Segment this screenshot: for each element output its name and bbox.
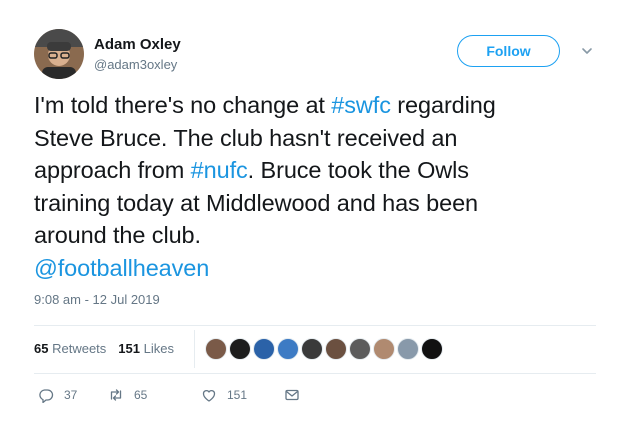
chevron-down-icon[interactable] (580, 44, 594, 58)
tweet-text-segment: Steve Bruce. The club hasn't received an (34, 124, 458, 151)
tweet-line: @footballheaven (34, 252, 604, 285)
liker-avatar-4[interactable] (277, 338, 299, 360)
likes-stat[interactable]: 151 Likes (118, 341, 174, 356)
author-display-name[interactable]: Adam Oxley (94, 36, 181, 53)
tweet-line: around the club. (34, 219, 604, 252)
tweet-line: training today at Middlewood and has bee… (34, 187, 604, 220)
tweet-line: I'm told there's no change at #swfc rega… (34, 89, 604, 122)
engagement-stats: 65 Retweets 151 Likes (34, 341, 174, 356)
tweet-text-segment: . Bruce took the Owls (247, 157, 469, 183)
liker-avatar-3[interactable] (253, 338, 275, 360)
direct-message-action[interactable] (284, 387, 310, 403)
tweet-text-segment: around the club. (34, 222, 201, 248)
tweet-text-segment: regarding (390, 92, 496, 118)
follow-button[interactable]: Follow (457, 35, 560, 67)
retweets-stat[interactable]: 65 Retweets (34, 341, 106, 356)
hashtag-link[interactable]: #swfc (331, 92, 391, 118)
liker-avatar-5[interactable] (301, 338, 323, 360)
tweet-text: I'm told there's no change at #swfc rega… (34, 89, 604, 284)
divider-top (34, 325, 596, 326)
liker-avatar-6[interactable] (325, 338, 347, 360)
liker-avatar-1[interactable] (205, 338, 227, 360)
tweet-text-segment: training today at Middlewood and has bee… (34, 189, 479, 216)
like-action[interactable]: 151 (201, 387, 284, 403)
hashtag-link[interactable]: #nufc (191, 157, 248, 183)
liker-avatar-8[interactable] (373, 338, 395, 360)
tweet-actions: 37 65 151 (38, 387, 310, 403)
reply-action[interactable]: 37 (38, 387, 108, 403)
reply-icon (39, 389, 54, 403)
mention-link[interactable]: @footballheaven (34, 255, 209, 281)
retweets-stat-label: Retweets (52, 341, 107, 356)
like-count: 151 (227, 388, 248, 402)
stats-separator (194, 330, 195, 368)
tweet-text-segment: approach from (34, 157, 191, 183)
likers-avatars (205, 338, 443, 360)
tweet-text-segment: I'm told there's no change at (34, 92, 332, 118)
divider-bottom (34, 373, 596, 374)
retweet-icon (110, 389, 122, 401)
reply-count: 37 (64, 388, 78, 402)
tweet-line: approach from #nufc. Bruce took the Owls (34, 154, 604, 187)
liker-avatar-9[interactable] (397, 338, 419, 360)
retweets-stat-count: 65 (34, 341, 49, 356)
author-handle[interactable]: @adam3oxley (94, 57, 177, 72)
retweet-action[interactable]: 65 (108, 387, 201, 403)
liker-avatar-7[interactable] (349, 338, 371, 360)
author-avatar[interactable] (34, 29, 84, 79)
retweet-count: 65 (134, 388, 148, 402)
liker-avatar-10[interactable] (421, 338, 443, 360)
envelope-icon (285, 389, 299, 401)
tweet-timestamp[interactable]: 9:08 am - 12 Jul 2019 (34, 292, 160, 307)
likes-stat-label: Likes (143, 341, 174, 356)
likes-stat-count: 151 (118, 341, 140, 356)
tweet-line: Steve Bruce. The club hasn't received an (34, 122, 604, 155)
heart-icon (202, 390, 216, 402)
liker-avatar-2[interactable] (229, 338, 251, 360)
